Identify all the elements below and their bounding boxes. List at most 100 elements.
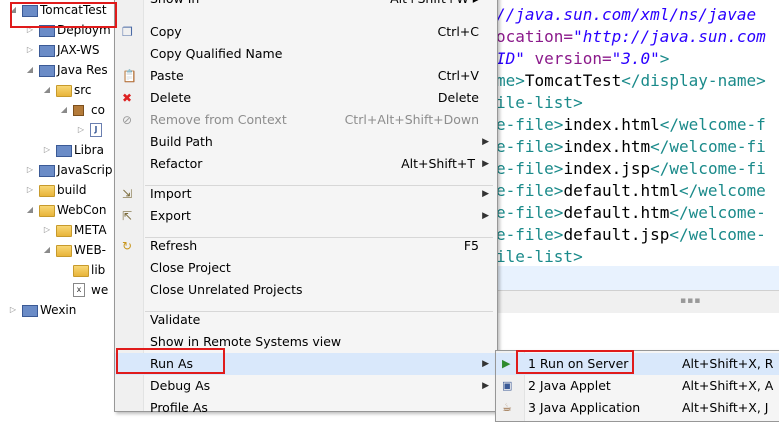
tree-item[interactable]: ◢ WebCon xyxy=(0,200,118,220)
code-line[interactable]: e-file>default.htm</welcome- xyxy=(496,202,766,224)
code-line[interactable]: e-file>default.jsp</welcome- xyxy=(496,224,766,246)
code-token: e-file> xyxy=(496,181,564,200)
delete-icon: ✖ xyxy=(122,91,133,105)
current-line-highlight xyxy=(494,266,779,290)
javascript-icon xyxy=(39,165,55,177)
collapsed-arrow-icon[interactable]: ▷ xyxy=(8,300,18,320)
code-token: e-file> xyxy=(496,137,564,156)
menu-item-export[interactable]: ⇱ Export ▶ xyxy=(115,205,497,227)
editor-splitter[interactable]: ▪▪▪ xyxy=(494,290,779,314)
submenu-item-2-java-applet[interactable]: ▣ 2 Java Applet Alt+Shift+X, A xyxy=(496,375,779,397)
code-token: default.jsp xyxy=(563,225,670,244)
code-line[interactable]: ile-list> xyxy=(496,92,583,114)
menu-item-label: Close Project xyxy=(150,260,231,275)
code-token: index.htm xyxy=(563,137,651,156)
submenu-item-3-java-application[interactable]: ☕ 3 Java Application Alt+Shift+X, J xyxy=(496,397,779,419)
menu-item-shortcut: Alt+Shift+T xyxy=(401,156,475,171)
code-line[interactable]: ocation="http://java.sun.com xyxy=(496,26,766,48)
menu-item-paste[interactable]: 📋 Paste Ctrl+V xyxy=(115,65,497,87)
folder-icon xyxy=(73,265,89,277)
menu-item-label: Paste xyxy=(150,68,184,83)
tree-item[interactable]: ◢ TomcatTest xyxy=(0,0,118,20)
menu-item-import[interactable]: ⇲ Import ▶ xyxy=(115,183,497,205)
tree-item[interactable]: x we xyxy=(0,280,118,300)
menu-item-delete[interactable]: ✖ Delete Delete xyxy=(115,87,497,109)
tree-item[interactable]: ▷ Wexin xyxy=(0,300,118,320)
collapsed-arrow-icon[interactable]: ▷ xyxy=(25,40,35,60)
tree-item-label: src xyxy=(74,83,92,97)
menu-item-remove-from-context[interactable]: ⊘ Remove from Context Ctrl+Alt+Shift+Down xyxy=(115,109,497,131)
menu-item-shortcut: Ctrl+Alt+Shift+Down xyxy=(344,112,479,127)
collapsed-arrow-icon[interactable]: ▷ xyxy=(25,160,35,180)
menu-item-close-unrelated-projects[interactable]: Close Unrelated Projects xyxy=(115,279,497,301)
menu-item-refactor[interactable]: Refactor Alt+Shift+T ▶ xyxy=(115,153,497,175)
menu-item-refresh[interactable]: ↻ Refresh F5 xyxy=(115,235,497,257)
menu-item-profile-as[interactable]: Profile As xyxy=(115,397,497,419)
expanded-arrow-icon[interactable]: ◢ xyxy=(8,0,18,20)
tree-item[interactable]: ▷ JavaScrip xyxy=(0,160,118,180)
import-icon: ⇲ xyxy=(122,187,133,201)
deployment-icon xyxy=(39,25,55,37)
collapsed-arrow-icon[interactable]: ▷ xyxy=(25,20,35,40)
menu-item-debug-as[interactable]: Debug As ▶ xyxy=(115,375,497,397)
tree-item-label: Java Res xyxy=(57,63,108,77)
menu-item-label: Close Unrelated Projects xyxy=(150,282,303,297)
collapsed-arrow-icon[interactable]: ▷ xyxy=(76,120,86,140)
menu-item-show-in-remote-systems-view[interactable]: Show in Remote Systems view xyxy=(115,331,497,353)
expanded-arrow-icon[interactable]: ◢ xyxy=(25,60,35,80)
tree-item[interactable]: ▷ build xyxy=(0,180,118,200)
menu-item-build-path[interactable]: Build Path ▶ xyxy=(115,131,497,153)
code-line[interactable]: e-file>default.html</welcome xyxy=(496,180,766,202)
collapsed-arrow-icon[interactable]: ▷ xyxy=(42,220,52,240)
code-token: //java.sun.com/xml/ns/javae xyxy=(496,5,757,24)
tree-item[interactable]: ▷ META xyxy=(0,220,118,240)
tree-item[interactable]: lib xyxy=(0,260,118,280)
code-line[interactable]: //java.sun.com/xml/ns/javae xyxy=(496,4,756,26)
menu-item-copy[interactable]: ❐ Copy Ctrl+C xyxy=(115,21,497,43)
code-line[interactable]: e-file>index.jsp</welcome-fi xyxy=(496,158,766,180)
code-line[interactable]: ile-list> xyxy=(496,246,583,268)
tree-item-label: TomcatTest xyxy=(40,3,107,17)
code-line[interactable]: me>TomcatTest</display-name> xyxy=(496,70,766,92)
submenu-arrow-icon: ▶ xyxy=(482,137,489,147)
run-as-submenu: ▶ 1 Run on Server Alt+Shift+X, R ▣ 2 Java Ap… xyxy=(495,350,779,422)
menu-item-show-in[interactable]: Show In Alt+Shift+W ▸ xyxy=(115,0,497,10)
submenu-arrow-icon: ▶ xyxy=(482,211,489,221)
expanded-arrow-icon[interactable]: ◢ xyxy=(42,240,52,260)
export-icon: ⇱ xyxy=(122,209,133,223)
splitter-grip-icon[interactable]: ▪▪▪ xyxy=(680,296,701,306)
tree-item[interactable]: ◢ co xyxy=(0,100,118,120)
tree-item[interactable]: ◢ src xyxy=(0,80,118,100)
code-token: </welcome- xyxy=(669,225,766,244)
tree-item[interactable]: ▷ JAX-WS xyxy=(0,40,118,60)
menu-item-validate[interactable]: Validate xyxy=(115,309,497,331)
menu-item-label: Copy xyxy=(150,24,182,39)
collapsed-arrow-icon[interactable]: ▷ xyxy=(25,180,35,200)
code-token: </welcome-fi xyxy=(650,159,766,178)
menu-item-run-as[interactable]: Run As ▶ xyxy=(115,353,497,375)
java-app-icon: ☕ xyxy=(502,401,512,414)
submenu-item-1-run-on-server[interactable]: ▶ 1 Run on Server Alt+Shift+X, R xyxy=(496,353,779,375)
menu-item-close-project[interactable]: Close Project xyxy=(115,257,497,279)
tree-item[interactable]: ▷ J xyxy=(0,120,118,140)
code-token: </display-name> xyxy=(621,71,766,90)
code-line[interactable]: e-file>index.htm</welcome-fi xyxy=(496,136,766,158)
code-line[interactable]: ID" version="3.0"> xyxy=(496,48,669,70)
expanded-arrow-icon[interactable]: ◢ xyxy=(25,200,35,220)
tree-item[interactable]: ▷ Libra xyxy=(0,140,118,160)
menu-item-copy-qualified-name[interactable]: Copy Qualified Name xyxy=(115,43,497,65)
xml-editor[interactable]: //java.sun.com/xml/ns/javae ocation="http… xyxy=(494,0,779,290)
package-icon xyxy=(73,105,84,116)
library-icon xyxy=(56,145,72,157)
tree-item[interactable]: ◢ WEB- xyxy=(0,240,118,260)
menu-item-label: Export xyxy=(150,208,191,223)
submenu-arrow-icon: ▶ xyxy=(482,159,489,169)
tree-item[interactable]: ▷ Deploym xyxy=(0,20,118,40)
expanded-arrow-icon[interactable]: ◢ xyxy=(59,100,69,120)
code-line[interactable]: e-file>index.html</welcome-f xyxy=(496,114,766,136)
code-token: </welcome- xyxy=(669,203,766,222)
collapsed-arrow-icon[interactable]: ▷ xyxy=(42,140,52,160)
menu-item-label: Import xyxy=(150,186,192,201)
tree-item[interactable]: ◢ Java Res xyxy=(0,60,118,80)
expanded-arrow-icon[interactable]: ◢ xyxy=(42,80,52,100)
